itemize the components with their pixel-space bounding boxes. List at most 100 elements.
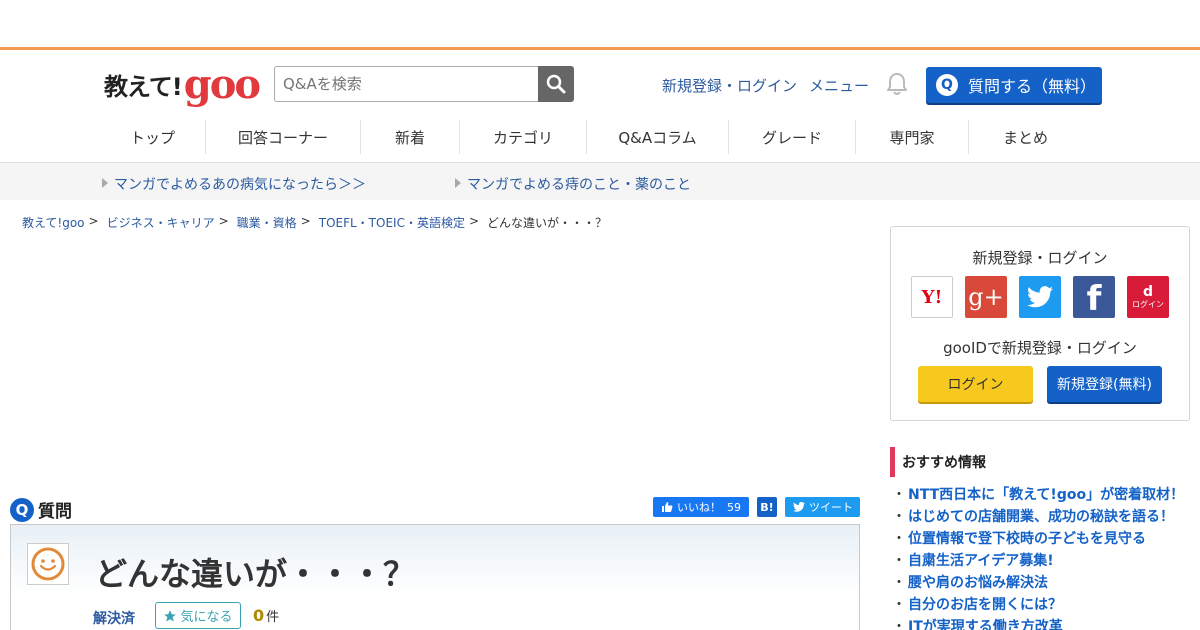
recommended-link[interactable]: NTT西日本に「教えて!goo」が密着取材！	[908, 487, 1184, 503]
recommended-link[interactable]: 自粛生活アイデア募集!	[908, 553, 1054, 569]
nav-qa-column[interactable]: Q&Aコラム	[587, 120, 729, 154]
thumbs-up-icon	[662, 502, 673, 512]
global-nav: トップ 回答コーナー 新着 カテゴリ Q&Aコラム グレード 専門家 まとめ	[100, 120, 1082, 154]
list-bullet: ・	[892, 531, 906, 547]
promo-link-label: マンガでよめるあの病気になったら＞＞	[114, 177, 366, 193]
avatar[interactable]	[27, 543, 69, 585]
nav-answer-corner[interactable]: 回答コーナー	[206, 120, 361, 154]
list-bullet: ・	[892, 509, 906, 525]
arrow-right-icon	[455, 178, 461, 188]
promo-link-disease[interactable]: マンガでよめるあの病気になったら＞＞	[102, 174, 366, 194]
search-input[interactable]	[274, 66, 538, 102]
menu-link[interactable]: メニュー	[809, 75, 869, 96]
login-button[interactable]: ログイン	[918, 366, 1033, 402]
star-icon	[164, 609, 177, 622]
nav-category[interactable]: カテゴリ	[460, 120, 587, 154]
hatena-label: B!	[760, 500, 774, 514]
nav-matome[interactable]: まとめ	[969, 120, 1082, 154]
list-bullet: ・	[892, 487, 906, 503]
nav-top[interactable]: トップ	[100, 120, 206, 154]
yahoo-login-button[interactable]: Y!	[911, 276, 953, 318]
register-login-link[interactable]: 新規登録・ログイン	[662, 75, 797, 96]
twitter-bird-icon	[1027, 286, 1053, 308]
breadcrumb-separator: >	[218, 214, 229, 228]
smiley-face-icon	[31, 547, 65, 581]
like-label: いいね！	[677, 501, 721, 514]
logo-text: 教えて!	[104, 73, 183, 101]
bell-icon	[887, 73, 907, 95]
register-button[interactable]: 新規登録(無料)	[1047, 366, 1162, 402]
search-form	[274, 66, 574, 102]
promo-link-hemorrhoid[interactable]: マンガでよめる痔のこと・薬のこと	[455, 174, 691, 194]
recommended-link[interactable]: 自分のお店を開くには？	[908, 597, 1062, 613]
list-item: ・腰や肩のお悩み解決法	[892, 574, 1184, 596]
docomo-login-label: ログイン	[1132, 299, 1164, 309]
recommended-heading: おすすめ情報	[890, 447, 986, 477]
facebook-login-button[interactable]: f	[1073, 276, 1115, 318]
question-title: どんな違いが・・・？	[95, 555, 416, 593]
tweet-label: ツイート	[809, 501, 853, 514]
like-count: 59	[727, 500, 741, 514]
list-item: ・ ITが実現する働き方改革	[892, 618, 1184, 630]
breadcrumb-home[interactable]: 教えて!goo	[22, 214, 85, 231]
ask-question-button[interactable]: Q 質問する（無料）	[926, 67, 1102, 103]
search-button[interactable]	[538, 66, 574, 102]
twitter-login-button[interactable]	[1019, 276, 1061, 318]
breadcrumb-current: どんな違いが・・・？	[487, 216, 608, 230]
search-icon	[546, 74, 566, 94]
promo-bar: マンガでよめるあの病気になったら＞＞ マンガでよめる痔のこと・薬のこと	[0, 162, 1200, 200]
list-item: ・位置情報で登下校時の子どもを見守る	[892, 530, 1184, 552]
recommended-link[interactable]: ITが実現する働き方改革	[908, 619, 1063, 630]
question-card: どんな違いが・・・？ 解決済 気になる 0件	[10, 524, 860, 630]
list-bullet: ・	[892, 619, 906, 630]
ad-space-top	[0, 0, 1200, 47]
list-item: ・自粛生活アイデア募集!	[892, 552, 1184, 574]
header-accent-line	[0, 47, 1200, 50]
recommended-link[interactable]: 腰や肩のお悩み解決法	[908, 575, 1048, 591]
breadcrumb-separator: >	[88, 214, 99, 228]
recommended-list: ・ NTT西日本に「教えて!goo」が密着取材！ ・はじめての店舗開業、成功の秘訣…	[892, 486, 1184, 630]
bookmark-count-value: 0	[253, 606, 265, 625]
bookmark-count: 0件	[253, 606, 279, 625]
list-bullet: ・	[892, 597, 906, 613]
breadcrumb-occupation[interactable]: 職業・資格	[237, 214, 297, 231]
list-item: ・ NTT西日本に「教えて!goo」が密着取材！	[892, 486, 1184, 508]
google-plus-icon: g+	[968, 283, 1004, 311]
breadcrumb-business[interactable]: ビジネス・キャリア	[107, 214, 215, 231]
twitter-bird-icon	[793, 502, 805, 512]
notification-button[interactable]	[886, 72, 908, 100]
yahoo-icon: Y!	[921, 286, 943, 308]
ask-question-label: 質問する（無料）	[968, 77, 1097, 96]
breadcrumb-toefl[interactable]: TOEFL・TOEIC・英語検定	[319, 214, 465, 231]
breadcrumb-separator: >	[300, 214, 311, 228]
breadcrumb: 教えて!goo > ビジネス・キャリア > 職業・資格 > TOEFL・TOEIC・英…	[22, 214, 607, 231]
list-bullet: ・	[892, 575, 906, 591]
nav-grade[interactable]: グレード	[729, 120, 856, 154]
gooid-login-text: gooIDで新規登録・ログイン	[943, 339, 1137, 357]
logo-goo: goo	[183, 61, 261, 108]
google-login-button[interactable]: g+	[965, 276, 1007, 318]
question-label: 質問	[38, 502, 72, 522]
nav-new[interactable]: 新着	[361, 120, 460, 154]
promo-link-label: マンガでよめる痔のこと・薬のこと	[467, 177, 691, 193]
arrow-right-icon	[102, 178, 108, 188]
hatena-bookmark-button[interactable]: B!	[757, 497, 777, 517]
recommended-link[interactable]: 位置情報で登下校時の子どもを見守る	[908, 531, 1146, 547]
breadcrumb-separator: >	[468, 214, 480, 228]
list-item: ・はじめての店舗開業、成功の秘訣を語る！	[892, 508, 1184, 530]
site-logo[interactable]: 教えて! goo	[104, 60, 261, 108]
question-section-label: Q 質問	[10, 497, 72, 522]
facebook-like-button[interactable]: いいね！ 59	[653, 497, 749, 517]
docomo-icon: d	[1142, 283, 1154, 300]
status-badge: 解決済	[93, 611, 135, 627]
q-icon: Q	[936, 74, 958, 96]
bookmark-button[interactable]: 気になる	[155, 602, 241, 629]
login-box-title: 新規登録・ログイン	[972, 249, 1108, 267]
list-item: ・自分のお店を開くには？	[892, 596, 1184, 618]
docomo-login-button[interactable]: d ログイン	[1127, 276, 1169, 318]
bookmark-count-unit: 件	[266, 610, 280, 625]
nav-expert[interactable]: 専門家	[856, 120, 969, 154]
recommended-link[interactable]: はじめての店舗開業、成功の秘訣を語る！	[908, 509, 1174, 525]
tweet-button[interactable]: ツイート	[785, 497, 860, 517]
bookmark-label: 気になる	[180, 610, 233, 625]
